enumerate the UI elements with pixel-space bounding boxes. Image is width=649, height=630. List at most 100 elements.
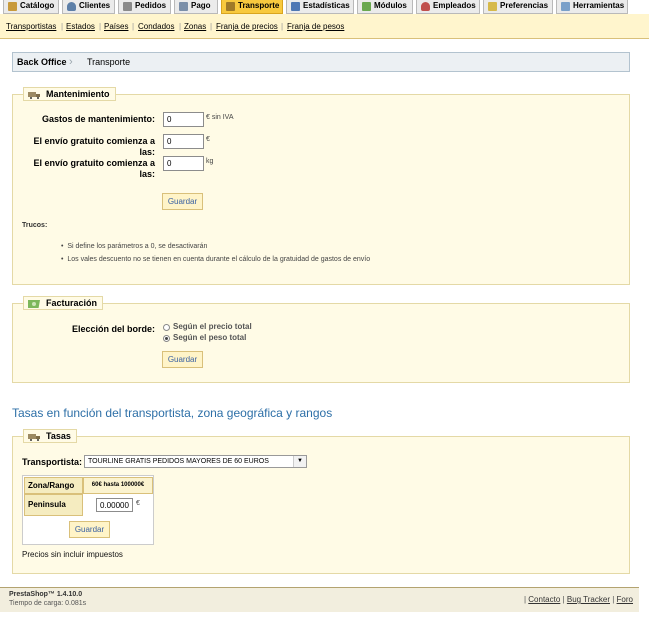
tab-preferencias[interactable]: Preferencias	[483, 0, 553, 14]
customers-icon	[67, 2, 76, 11]
chevron-right-icon: ›	[69, 56, 73, 68]
handling-label: Gastos de mantenimiento:	[41, 114, 155, 124]
zone-range-header-text: Zona/Rango	[28, 481, 75, 490]
truck-icon	[28, 432, 41, 441]
stats-icon	[291, 2, 300, 11]
tab-pago[interactable]: Pago	[174, 0, 218, 14]
footer: PrestaShop™ 1.4.10.0 Tiempo de carga: 0.…	[0, 587, 639, 612]
breadcrumb: Back Office › Transporte	[12, 52, 630, 72]
legend-text: Tasas	[46, 431, 71, 441]
subtab-franja-pesos[interactable]: Franja de pesos	[287, 22, 344, 31]
tab-label: Transporte	[238, 1, 280, 10]
rates-section-title: Tasas en función del transportista, zona…	[12, 406, 333, 420]
subtab-zonas[interactable]: Zonas	[184, 22, 206, 31]
separator: |	[210, 22, 213, 31]
subtab-transportistas[interactable]: Transportistas	[6, 22, 56, 31]
tab-label: Estadísticas	[303, 1, 350, 10]
footer-version: PrestaShop™ 1.4.10.0	[9, 591, 83, 598]
handling-suffix: € sin IVA	[206, 114, 234, 121]
carrier-select-value: TOURLINE GRATIS PEDIDOS MAYORES DE 60 EU…	[88, 458, 269, 465]
rates-table: Zona/Rango 60€ hasta 100000€ Peninsula 0…	[22, 475, 154, 545]
footer-links: | Contacto | Bug Tracker | Foro	[524, 595, 633, 604]
separator: |	[99, 22, 102, 31]
catalog-icon	[8, 2, 17, 11]
tab-empleados[interactable]: Empleados	[416, 0, 480, 14]
maintenance-save-button[interactable]: Guardar	[162, 193, 203, 210]
footer-link-foro[interactable]: Foro	[617, 595, 633, 604]
free-weight-suffix: kg	[206, 158, 214, 165]
carrier-label: Transportista:	[22, 457, 83, 467]
subtab-paises[interactable]: Países	[104, 22, 128, 31]
tab-label: Pago	[191, 1, 211, 10]
legend-text: Mantenimiento	[46, 89, 110, 99]
tab-pedidos[interactable]: Pedidos	[118, 0, 171, 14]
price-suffix: €	[136, 500, 140, 507]
subtab-estados[interactable]: Estados	[66, 22, 95, 31]
free-weight-input[interactable]: 0	[163, 156, 204, 171]
tip-text: Si define los parámetros a 0, se desacti…	[67, 243, 208, 250]
preferences-icon	[488, 2, 497, 11]
subtab-condados[interactable]: Condados	[138, 22, 174, 31]
orders-icon	[123, 2, 132, 11]
radio-weight[interactable]	[163, 335, 170, 342]
truck-icon	[226, 2, 235, 11]
tab-label: Preferencias	[500, 1, 549, 10]
free-weight-label: El envío gratuito comienza a las:	[33, 158, 155, 179]
maintenance-legend: Mantenimiento	[23, 87, 116, 101]
footer-link-bug-tracker[interactable]: Bug Tracker	[567, 595, 610, 604]
payment-icon	[179, 2, 188, 11]
separator: |	[612, 595, 615, 604]
tip-item: • Si define los parámetros a 0, se desac…	[61, 243, 207, 250]
tab-transporte[interactable]: Transporte	[221, 0, 283, 14]
legend-text: Facturación	[46, 298, 98, 308]
tip-text: Los vales descuento no se tienen en cuen…	[67, 256, 371, 263]
billing-panel: Facturación Elección del borde: Según el…	[12, 296, 630, 383]
radio-price[interactable]	[163, 324, 170, 331]
tab-estadisticas[interactable]: Estadísticas	[286, 0, 354, 14]
tab-label: Módulos	[374, 1, 407, 10]
modules-icon	[362, 2, 371, 11]
rates-note: Precios sin incluir impuestos	[22, 550, 123, 559]
separator: |	[132, 22, 135, 31]
chevron-down-icon: ▼	[293, 456, 306, 467]
handling-input[interactable]: 0	[163, 112, 204, 127]
zone-cell: Peninsula	[24, 494, 83, 516]
separator: |	[179, 22, 182, 31]
tab-label: Herramientas	[573, 1, 625, 10]
billing-legend: Facturación	[23, 296, 104, 310]
tab-modulos[interactable]: Módulos	[357, 0, 413, 14]
billing-save-button[interactable]: Guardar	[162, 351, 203, 368]
footer-load-time: Tiempo de carga: 0.081s	[9, 600, 87, 607]
tab-label: Clientes	[79, 1, 111, 10]
sub-tab-bar: Transportistas | Estados | Países | Cond…	[0, 14, 649, 39]
separator: |	[281, 22, 284, 31]
breadcrumb-root[interactable]: Back Office	[17, 53, 67, 71]
employees-icon	[421, 2, 430, 11]
subtab-franja-precios[interactable]: Franja de precios	[216, 22, 278, 31]
tips-title: Trucos:	[22, 222, 48, 229]
range-header-text: 60€ hasta 100000€	[91, 482, 145, 488]
separator: |	[61, 22, 64, 31]
price-input[interactable]: 0.00000	[96, 498, 133, 512]
tab-herramientas[interactable]: Herramientas	[556, 0, 628, 14]
tab-label: Pedidos	[135, 1, 167, 10]
main-tab-bar: Catálogo Clientes Pedidos Pago Transport…	[0, 0, 649, 14]
free-price-input[interactable]: 0	[163, 134, 204, 149]
maintenance-panel: Mantenimiento Gastos de mantenimiento: 0…	[12, 87, 630, 285]
footer-link-contacto[interactable]: Contacto	[528, 595, 560, 604]
free-price-label: El envío gratuito comienza a las:	[33, 136, 155, 157]
tools-icon	[561, 2, 570, 11]
banknote-icon	[26, 299, 41, 308]
tab-clientes[interactable]: Clientes	[62, 0, 115, 14]
tab-label: Empleados	[433, 1, 476, 10]
carrier-select[interactable]: TOURLINE GRATIS PEDIDOS MAYORES DE 60 EU…	[84, 455, 307, 468]
zone-range-header: Zona/Rango	[24, 477, 83, 494]
tip-item: • Los vales descuento no se tienen en cu…	[61, 256, 370, 263]
zone-cell-text: Peninsula	[28, 500, 66, 509]
tab-catalogo[interactable]: Catálogo	[3, 0, 59, 14]
truck-icon	[28, 90, 41, 99]
radio-price-label[interactable]: Según el precio total	[173, 322, 252, 331]
free-price-suffix: €	[206, 136, 210, 143]
rates-save-button[interactable]: Guardar	[69, 521, 110, 538]
radio-weight-label[interactable]: Según el peso total	[173, 333, 246, 342]
